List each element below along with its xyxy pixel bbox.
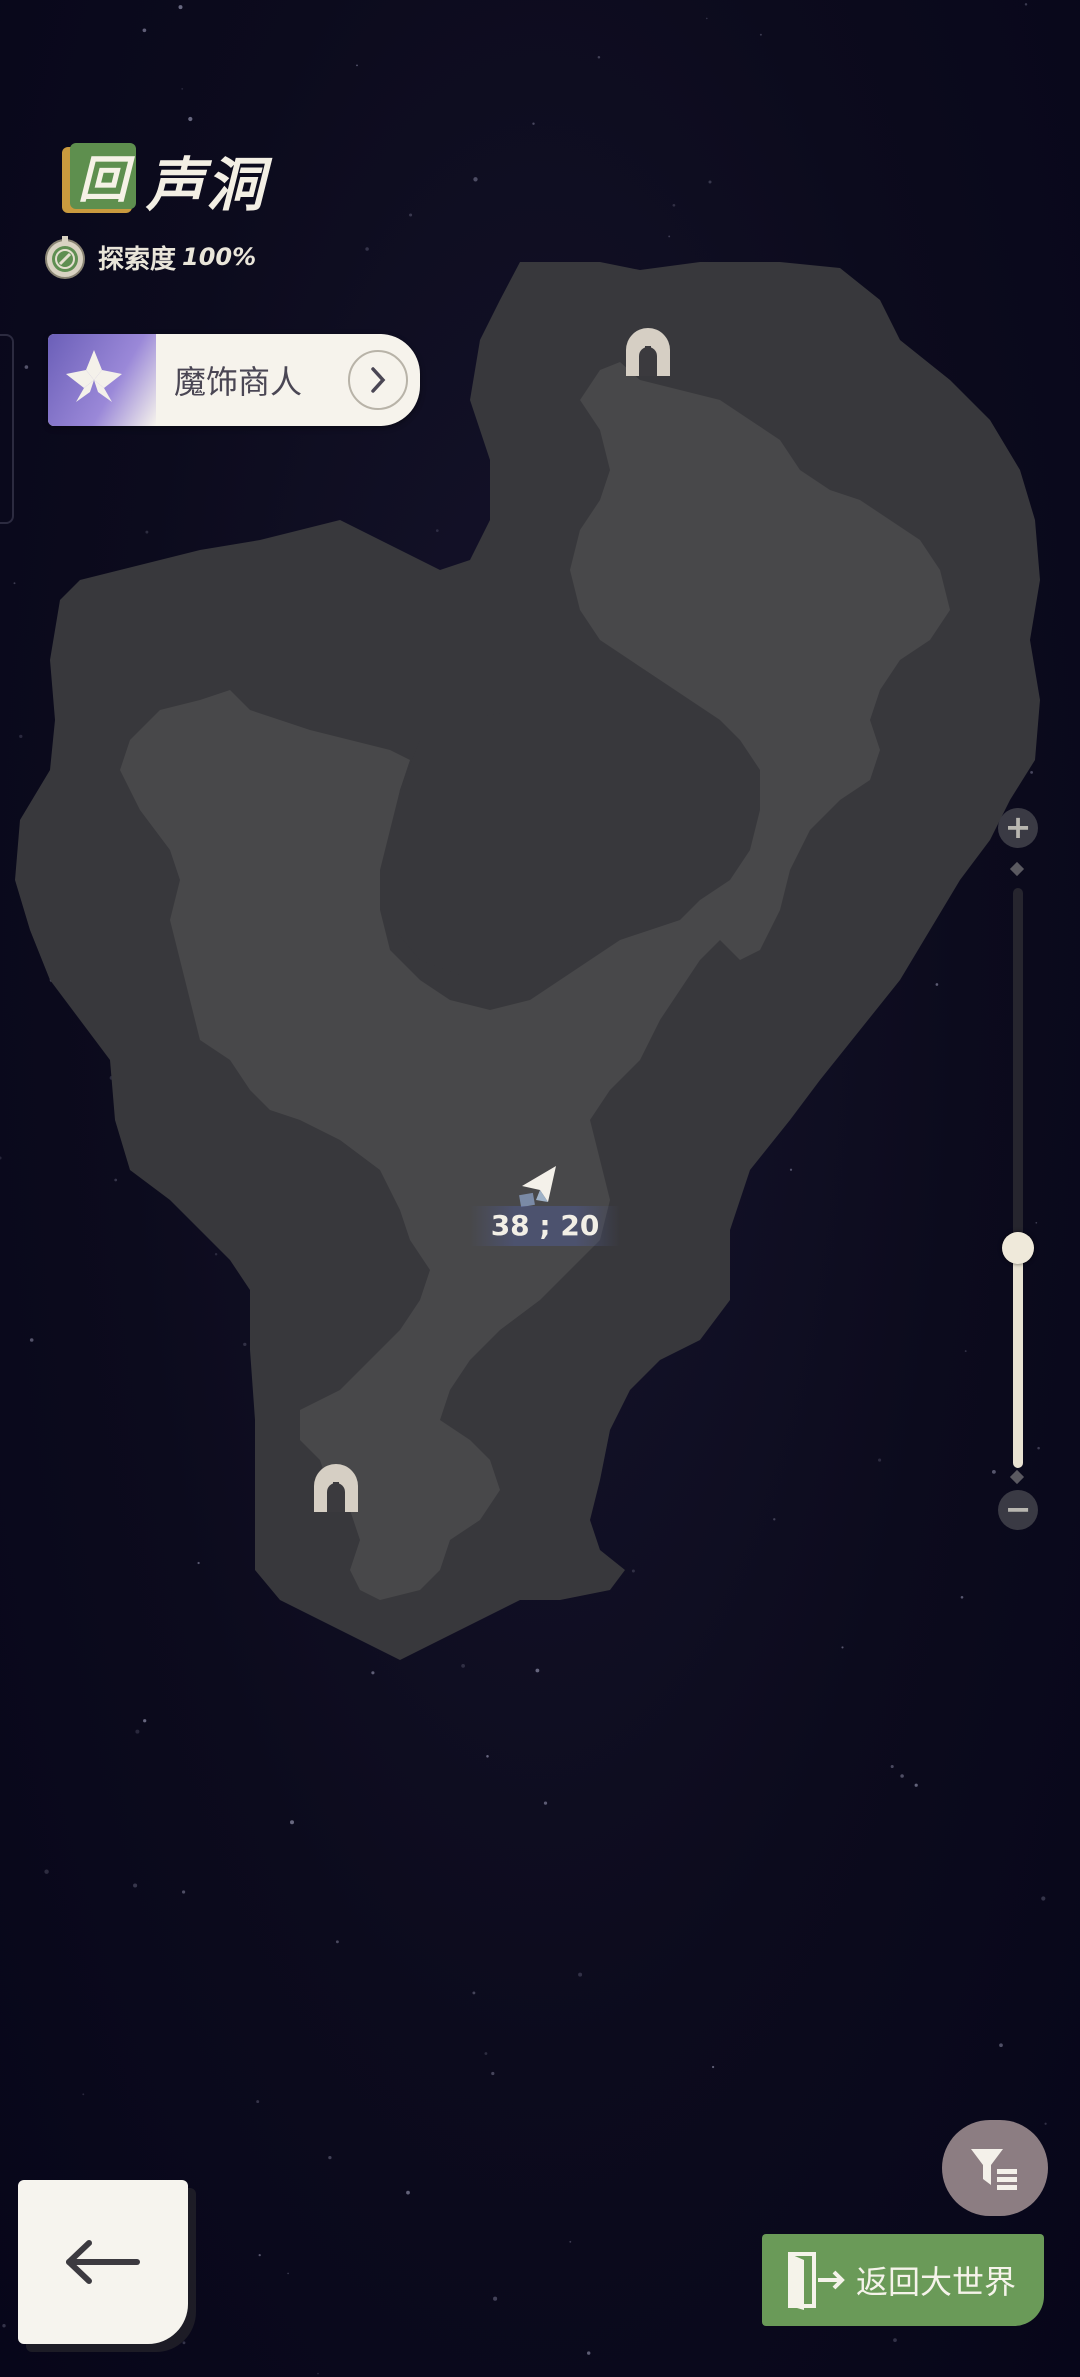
return-to-world-button[interactable]: 返回大世界 [762,2234,1044,2326]
location-title: 回 声洞 [58,140,266,220]
zoom-level-fill [1013,1247,1023,1468]
side-panel-edge[interactable] [0,334,14,524]
merchant-label: 魔饰商人 [174,363,303,401]
return-to-world-label: 返回大世界 [856,2263,1017,2301]
exploration-value: 100% [182,243,257,271]
chevron-right-icon[interactable] [348,350,408,410]
location-badge-icon: 回 [58,143,140,217]
filter-icon [971,2149,1017,2190]
player-coordinates: 38 ; 20 [470,1206,620,1246]
zoom-bottom-marker [1009,1469,1025,1485]
location-badge-char: 回 [70,143,136,209]
zoom-in-button[interactable]: + [998,808,1038,848]
merchant-card[interactable]: 魔饰商人 [48,334,420,426]
exploration-label: 探索度 [98,244,177,275]
cave-gate-icon-north[interactable] [626,328,670,376]
exit-door-icon [788,2252,845,2310]
zoom-slider[interactable]: + − [994,808,1044,1530]
filter-button[interactable] [942,2120,1048,2216]
back-button[interactable] [18,2180,188,2344]
zoom-handle[interactable] [1002,1231,1034,1264]
map-screen: 回 声洞 探索度 100% 魔饰商人 38 ; 20 + − 返回大世界 [0,0,1080,2377]
back-arrow-icon [66,2240,140,2284]
merchant-emblem-icon [48,334,156,426]
compass-icon [45,236,85,279]
zoom-track[interactable] [1013,888,1023,1468]
zoom-top-marker [1009,861,1025,877]
zoom-out-button[interactable]: − [998,1490,1038,1530]
location-name: 声洞 [146,151,267,219]
exploration-progress: 探索度 100% [42,232,256,282]
cave-gate-icon-south[interactable] [314,1464,358,1512]
